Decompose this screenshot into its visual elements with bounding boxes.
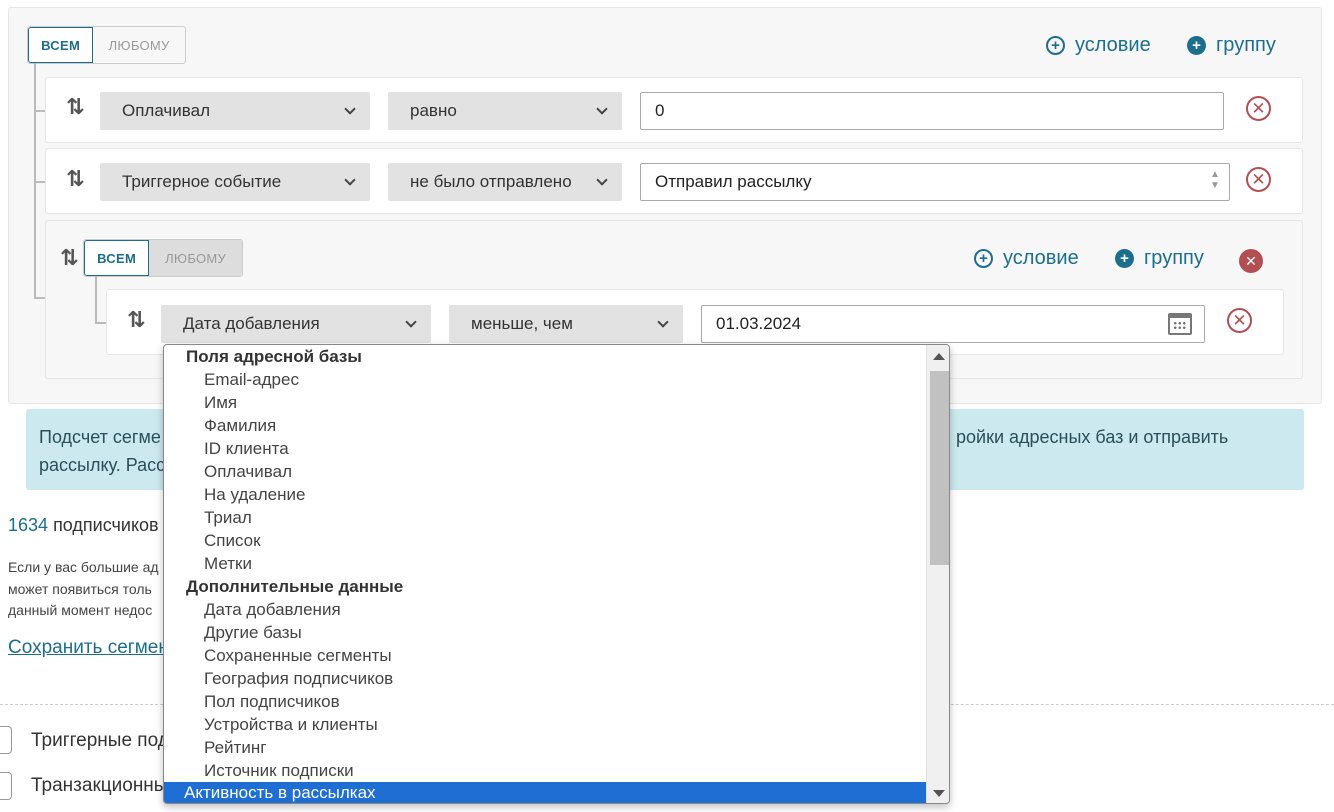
dropdown-option[interactable]: Оплачивал (204, 462, 292, 482)
info-text: Подсчет сегме (39, 427, 161, 447)
field-select[interactable]: Триггерное событие (100, 163, 370, 201)
sort-handle-icon[interactable]: ⇅ (60, 245, 79, 271)
match-any-button[interactable]: ЛЮБОМУ (93, 27, 185, 63)
dropdown-group-title: Дополнительные данные (186, 577, 404, 596)
scrollbar-thumb[interactable] (930, 371, 949, 565)
scroll-down-icon[interactable] (933, 790, 945, 797)
operator-select[interactable]: равно (388, 92, 622, 130)
chevron-down-icon (657, 315, 669, 328)
value-input-text: 0 (655, 101, 665, 120)
operator-select[interactable]: не было отправлено (388, 163, 622, 201)
field-select[interactable]: Дата добавления (161, 305, 431, 343)
checkbox[interactable] (0, 772, 12, 800)
dropdown-option[interactable]: Другие базы (204, 623, 302, 643)
dropdown-option[interactable]: Фамилия (204, 416, 276, 436)
operator-select[interactable]: меньше, чем (449, 305, 683, 343)
field-dropdown-list[interactable]: Поля адресной базы Email-адрес Имя Фамил… (163, 344, 950, 804)
chevron-down-icon (596, 173, 608, 186)
spinner-arrows-icon[interactable]: ▲ ▼ (1210, 169, 1220, 191)
dropdown-option[interactable]: Дата добавления (204, 600, 341, 620)
plus-circle-icon: + (1046, 36, 1065, 55)
operator-select-value: равно (410, 101, 457, 120)
dropdown-option[interactable]: Рейтинг (204, 738, 266, 758)
scroll-up-icon[interactable] (933, 353, 945, 360)
dropdown-option[interactable]: География подписчиков (204, 669, 393, 689)
group-add-condition-label: условие (1003, 247, 1079, 269)
calendar-icon[interactable] (1168, 313, 1192, 335)
dropdown-option[interactable]: ID клиента (204, 439, 289, 459)
help-note-line: Если у вас большие ад (8, 559, 159, 575)
add-condition-button[interactable]: + условие (1046, 34, 1151, 57)
field-select-value: Дата добавления (183, 314, 320, 333)
checkbox-label: Триггерные подписки (31, 730, 166, 751)
remove-condition-icon[interactable]: ✕ (1246, 167, 1271, 192)
tree-line (95, 276, 97, 324)
subscriber-count: 1634 подписчиков (8, 515, 159, 536)
date-input-text: 01.03.2024 (716, 314, 802, 333)
date-input[interactable]: 01.03.2024 (701, 305, 1205, 343)
remove-group-icon[interactable]: ✕ (1239, 249, 1263, 273)
subscriber-count-label: подписчиков (53, 515, 159, 535)
match-all-button[interactable]: ВСЕМ (28, 27, 94, 63)
field-select[interactable]: Оплачивал (100, 92, 370, 130)
checkbox-label: Транзакционные (31, 775, 166, 796)
help-note: Если у вас большие ад может появиться то… (8, 557, 168, 622)
save-segment-link[interactable]: Сохранить сегмент (8, 637, 168, 659)
dropdown-group-title: Поля адресной базы (186, 347, 362, 366)
remove-condition-icon[interactable]: ✕ (1246, 96, 1271, 121)
add-condition-label: условие (1075, 34, 1151, 56)
chevron-down-icon (405, 315, 417, 328)
dropdown-option[interactable]: Сохраненные сегменты (204, 646, 392, 666)
dropdown-option[interactable]: На удаление (204, 485, 305, 505)
plus-circle-icon: + (974, 249, 993, 268)
plus-filled-icon: + (1187, 36, 1206, 55)
checkbox[interactable] (0, 726, 12, 754)
chevron-down-icon (596, 102, 608, 115)
remove-condition-icon[interactable]: ✕ (1227, 308, 1252, 333)
dropdown-scrollbar[interactable] (926, 345, 949, 803)
field-select-value: Оплачивал (122, 101, 210, 120)
sort-handle-icon[interactable]: ⇅ (66, 166, 85, 192)
help-note-line: данный момент недос (8, 602, 153, 618)
group-match-any-button[interactable]: ЛЮБОМУ (149, 240, 242, 276)
add-group-button[interactable]: + группу (1187, 34, 1276, 57)
group-add-group-label: группу (1144, 247, 1204, 269)
dropdown-option[interactable]: Список (204, 531, 261, 551)
sort-handle-icon[interactable]: ⇅ (127, 307, 146, 333)
group-match-toggle: ВСЕМ ЛЮБОМУ (83, 239, 243, 277)
info-text: ройки адресных баз и отправить (956, 427, 1229, 447)
match-toggle: ВСЕМ ЛЮБОМУ (27, 26, 186, 64)
help-note-line: может появиться толь (8, 580, 152, 597)
dropdown-option[interactable]: Пол подписчиков (204, 692, 340, 712)
operator-select-value: меньше, чем (471, 314, 573, 333)
value-select[interactable]: Отправил рассылку (640, 163, 1230, 201)
add-group-label: группу (1216, 34, 1276, 56)
value-select-text: Отправил рассылку (655, 172, 812, 191)
info-text: рассылку. Расс (39, 455, 166, 475)
group-add-group-button[interactable]: + группу (1115, 247, 1204, 270)
dropdown-option-highlighted[interactable]: Активность в рассылках (164, 782, 926, 803)
group-match-all-button[interactable]: ВСЕМ (84, 240, 150, 276)
chevron-down-icon (344, 173, 356, 186)
value-input[interactable]: 0 (640, 92, 1224, 130)
subscriber-count-number: 1634 (8, 515, 49, 535)
plus-filled-icon: + (1115, 249, 1134, 268)
dropdown-option[interactable]: Источник подписки (204, 761, 354, 781)
group-add-condition-button[interactable]: + условие (974, 247, 1079, 270)
dropdown-option[interactable]: Устройства и клиенты (204, 715, 378, 735)
chevron-down-icon (344, 102, 356, 115)
operator-select-value: не было отправлено (410, 172, 572, 191)
dropdown-option[interactable]: Имя (204, 393, 237, 413)
sort-handle-icon[interactable]: ⇅ (66, 94, 85, 120)
dropdown-option[interactable]: Триал (204, 508, 252, 528)
dropdown-option[interactable]: Email-адрес (204, 370, 299, 390)
dropdown-option[interactable]: Метки (204, 554, 252, 574)
field-select-value: Триггерное событие (122, 172, 282, 191)
